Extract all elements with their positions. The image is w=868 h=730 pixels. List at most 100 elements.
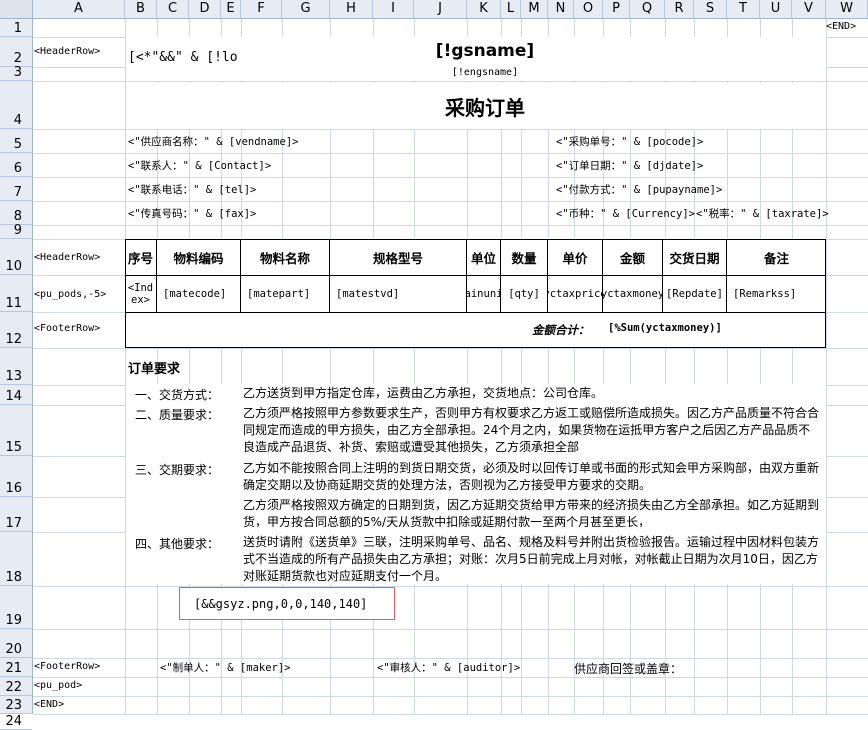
row-header-16[interactable]: 16 [0,456,32,497]
footer-row-tag: <FooterRow> [34,323,101,334]
row-header-17[interactable]: 17 [0,497,32,532]
tax-rate-field[interactable]: <"税率：" & [taxrate]> [696,206,829,221]
column-header-w[interactable]: W [826,0,868,18]
order-date-field[interactable]: <"订单日期：" & [djdate]> [556,158,703,173]
payment-method-field[interactable]: <"付款方式：" & [pupayname]> [556,182,722,197]
row-header-2[interactable]: 2 [0,37,32,67]
company-name[interactable]: [!gsname] [330,41,640,61]
row-header-20[interactable]: 20 [0,629,32,658]
company-english-name[interactable]: [!engsname] [330,67,640,78]
logo-expression[interactable]: [<*"&&" & [!lo [128,50,240,65]
column-header-v[interactable]: V [792,0,826,18]
column-header-l[interactable]: L [501,0,521,18]
delivery-method-text[interactable]: 乙方送货到甲方指定仓库，运费由乙方承担，交货地点：公司仓库。 [243,385,821,403]
column-header-k[interactable]: K [467,0,501,18]
maker-field[interactable]: <"制单人：" & [maker]> [160,660,291,675]
currency-field[interactable]: <"币种：" & [Currency]> [556,206,695,221]
column-header-c[interactable]: C [157,0,189,18]
row-header-6[interactable]: 6 [0,153,32,177]
column-header-i[interactable]: I [373,0,414,18]
row-header-4[interactable]: 4 [0,81,32,129]
column-header-m[interactable]: M [521,0,548,18]
row-header-8[interactable]: 8 [0,201,32,225]
row-header-22[interactable]: 22 [0,677,32,696]
delivery-date-label: 三、交期要求： [135,463,220,477]
row-header-15[interactable]: 15 [0,405,32,456]
column-header-n[interactable]: N [548,0,574,18]
row-header-7[interactable]: 7 [0,177,32,201]
table-cell[interactable]: [Remarkss] [727,276,826,312]
table-header-cell[interactable]: 物料名称 [241,240,330,275]
table-header-cell[interactable]: 单价 [548,240,603,275]
column-header-r[interactable]: R [665,0,694,18]
column-header-b[interactable]: B [125,0,157,18]
pu-pod-tag: <pu_pod> [34,680,83,691]
table-header-cell[interactable]: 物料编码 [157,240,241,275]
table-cell[interactable]: [qty] [501,276,548,312]
column-header-d[interactable]: D [189,0,221,18]
row-header-11[interactable]: 11 [0,275,32,312]
column-header-a[interactable]: A [33,0,125,18]
delivery-date-text[interactable]: 乙方如不能按照合同上注明的到货日期交货，必须及时以回传订单或书面的形式知会甲方采… [243,460,821,494]
fax-field[interactable]: <"传真号码：" & [fax]> [128,206,256,221]
other-requirements-text[interactable]: 送货时请附《送货单》三联，注明采购单号、品名、规格及料号并附出货检验报告。运输过… [243,534,821,585]
quality-text[interactable]: 乙方须严格按照甲方参数要求生产，否则甲方有权要求乙方返工或赔偿所造成损失。因乙方… [243,405,821,456]
vendor-signature-label: 供应商回签或盖章： [574,662,683,676]
table-header-cell[interactable]: 序号 [125,240,157,275]
select-all-corner[interactable] [0,0,33,19]
sum-value[interactable]: [%Sum(yctaxmoney)] [608,322,722,334]
spreadsheet[interactable]: ABCDEFGHIJKLMNOPQRSTUVW 1 2 3 4 5 6 7 8 9 10 11 12 1… [0,0,868,730]
row-header-3[interactable]: 3 [0,65,32,81]
other-requirements-label: 四、其他要求： [135,537,220,551]
table-header-cell[interactable]: 单位 [467,240,501,275]
requirements-title[interactable]: 订单要求 [128,358,180,377]
column-header-h[interactable]: H [330,0,373,18]
end-tag-top: <END> [826,21,857,32]
column-header-t[interactable]: T [727,0,760,18]
row-header-18[interactable]: 18 [0,532,32,586]
row-header-14[interactable]: 14 [0,385,32,405]
table-cell[interactable]: [mainunit] [467,276,501,312]
document-title[interactable]: 采购订单 [330,92,640,121]
contact-field[interactable]: <"联系人：" & [Contact]> [128,158,271,173]
delay-penalty-text[interactable]: 乙方须严格按照双方确定的日期到货，因乙方延期交货给甲方带来的经济损失由乙方全部承… [243,497,821,527]
row-header-21[interactable]: 21 [0,658,32,677]
column-header-e[interactable]: E [221,0,241,18]
row-header-1[interactable]: 1 [0,19,32,37]
column-header-j[interactable]: J [414,0,467,18]
auditor-field[interactable]: <"审核人：" & [auditor]> [377,660,520,675]
vendor-name-field[interactable]: <"供应商名称：" & [vendname]> [128,134,298,149]
table-cell[interactable]: [matepart] [241,276,330,312]
row-header-5[interactable]: 5 [0,129,32,153]
sum-label: 金额合计： [532,323,590,337]
index-line: ex> [131,294,150,306]
column-header-q[interactable]: Q [630,0,665,18]
table-header-cell[interactable]: 数量 [501,240,548,275]
column-header-g[interactable]: G [282,0,330,18]
column-header-p[interactable]: P [603,0,630,18]
row-header-9[interactable]: 9 [0,223,32,239]
column-header-f[interactable]: F [241,0,282,18]
row-header-10[interactable]: 10 [0,239,32,275]
column-header-u[interactable]: U [760,0,792,18]
tel-field[interactable]: <"联系电话：" & [tel]> [128,182,256,197]
table-header-cell[interactable]: 规格型号 [330,240,467,275]
row-header-24[interactable]: 24 [0,714,32,730]
table-header-cell[interactable]: 交货日期 [663,240,727,275]
table-cell[interactable]: [matestvd] [330,276,467,312]
table-cell[interactable]: [yctaxprice] [548,276,603,312]
po-code-field[interactable]: <"采购单号：" & [pocode]> [556,134,703,149]
footer-row-tag: <FooterRow> [34,661,101,672]
table-cell[interactable]: [Repdate] [663,276,727,312]
column-header-o[interactable]: O [574,0,603,18]
row-header-13[interactable]: 13 [0,348,32,385]
row-header-19[interactable]: 19 [0,586,32,629]
row-header-23[interactable]: 23 [0,696,32,714]
row-header-12[interactable]: 12 [0,312,32,348]
table-header-cell[interactable]: 备注 [727,240,826,275]
table-cell[interactable]: [matecode] [157,276,241,312]
column-header-s[interactable]: S [694,0,727,18]
table-cell[interactable]: [yctaxmoney] [603,276,663,312]
table-cell[interactable]: <Ind ex> [125,276,157,312]
table-header-cell[interactable]: 金额 [603,240,663,275]
